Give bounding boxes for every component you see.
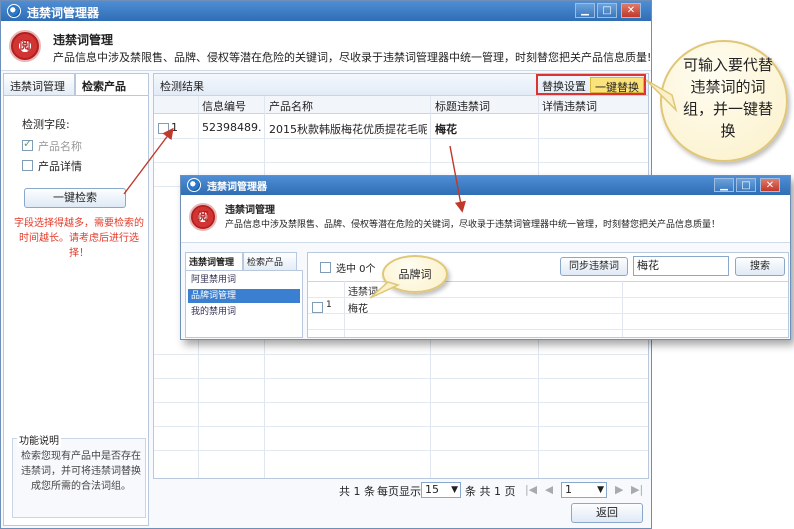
overlay-window-title: 违禁词管理器 xyxy=(207,182,267,193)
main-window-title: 违禁词管理器 xyxy=(27,6,100,20)
col-info-id: 信息编号 xyxy=(202,100,246,113)
back-button[interactable]: 返回 xyxy=(571,503,643,523)
first-page-icon[interactable]: |◀ xyxy=(525,483,537,496)
chevron-down-icon: ▼ xyxy=(451,485,458,495)
function-text: 检索您现有产品中是否存在违禁词，并可将违禁词替换成您所需的合法词组。 xyxy=(21,451,141,492)
overlay-word-list: 阿里禁用词 品牌词管理 我的禁用词 xyxy=(185,270,303,338)
field-product-name-checkbox[interactable] xyxy=(22,137,33,151)
overlay-row-checkbox[interactable] xyxy=(312,302,323,313)
row-number: 1 xyxy=(171,121,178,134)
left-tabs: 违禁词管理 检索产品 xyxy=(3,73,149,95)
header-title: 违禁词管理 xyxy=(53,33,114,47)
tab-search-products[interactable]: 检索产品 xyxy=(75,73,149,95)
page-select[interactable]: 1 ▼ xyxy=(561,482,607,498)
overlay-tab-word-manage[interactable]: 违禁词管理 xyxy=(185,252,243,270)
list-item-brand[interactable]: 品牌词管理 xyxy=(188,289,300,303)
forbidden-logo-icon: 阅 xyxy=(9,30,41,62)
per-page-select[interactable]: 15 ▼ xyxy=(421,482,461,498)
overlay-close-button[interactable]: ✕ xyxy=(760,178,780,192)
brand-callout: 品牌词 xyxy=(382,255,448,293)
overlay-header: 阅 违禁词管理 产品信息中涉及禁限售、品牌、侵权等潜在危险的关键词，尽收录于违禁… xyxy=(181,195,790,243)
overlay-titlebar: 违禁词管理器 ▁ □ ✕ xyxy=(181,176,790,195)
overlay-tab-search[interactable]: 检索产品 xyxy=(243,252,297,270)
results-title: 检测结果 xyxy=(160,80,204,93)
one-click-replace-button[interactable]: 一键替换 xyxy=(590,77,644,94)
select-all-checkbox[interactable] xyxy=(320,262,331,273)
one-click-search-button[interactable]: 一键检索 xyxy=(24,188,126,208)
tab-word-manage[interactable]: 违禁词管理 xyxy=(3,73,75,95)
close-button[interactable]: ✕ xyxy=(621,3,641,18)
col-forbidden-word: 违禁词 xyxy=(348,287,378,298)
function-description: 功能说明 检索您现有产品中是否存在违禁词，并可将违禁词替换成您所需的合法词组。 xyxy=(12,432,146,518)
col-detail-word: 详情违禁词 xyxy=(542,100,597,113)
row-title-word: 梅花 xyxy=(435,123,457,136)
header: 阅 违禁词管理 产品信息中涉及禁限售、品牌、侵权等潜在危险的关键词，尽收录于违禁… xyxy=(1,21,651,71)
function-title: 功能说明 xyxy=(17,432,61,447)
row-checkbox[interactable] xyxy=(158,123,169,134)
left-panel: 检测字段: 产品名称 产品详情 一键检索 字段选择得越多，需要检索的时间越长。请… xyxy=(3,95,149,526)
list-item-mine[interactable]: 我的禁用词 xyxy=(188,305,300,319)
pager-pages-label: 条 共 1 页 xyxy=(465,485,516,498)
search-warning: 字段选择得越多，需要检索的时间越长。请考虑后进行选择！ xyxy=(14,218,144,259)
overlay-row-number: 1 xyxy=(326,300,332,310)
replace-settings-button[interactable]: 替换设置 xyxy=(542,78,586,94)
col-title-word: 标题违禁词 xyxy=(435,100,490,113)
list-item-ali[interactable]: 阿里禁用词 xyxy=(188,273,300,287)
detect-fields-label: 检测字段: xyxy=(22,118,70,131)
last-page-icon[interactable]: ▶| xyxy=(631,483,643,496)
next-page-icon[interactable]: ▶ xyxy=(615,483,623,496)
minimize-button[interactable]: ▁ xyxy=(575,3,595,18)
overlay-row-word: 梅花 xyxy=(348,304,368,315)
row-info-id: 52398489... xyxy=(202,121,262,134)
col-product-name: 产品名称 xyxy=(269,100,313,113)
overlay-header-title: 违禁词管理 xyxy=(225,205,275,216)
app-icon xyxy=(7,4,21,18)
pager: 共 1 条 每页显示 15 ▼ 条 共 1 页 |◀ ◀ 1 ▼ ▶ ▶| xyxy=(153,479,649,501)
replace-callout: 可输入要代替违禁词的词组，并一键替换 xyxy=(660,40,788,162)
pager-per-page-label: 每页显示 xyxy=(377,485,421,498)
prev-page-icon[interactable]: ◀ xyxy=(545,483,553,496)
grid-header: 信息编号 产品名称 标题违禁词 详情违禁词 xyxy=(154,96,648,114)
overlay-minimize-button[interactable]: ▁ xyxy=(714,178,734,192)
overlay-maximize-button[interactable]: □ xyxy=(736,178,756,192)
maximize-button[interactable]: □ xyxy=(597,3,617,18)
brand-callout-text: 品牌词 xyxy=(398,268,432,281)
overlay-logo-icon: 阅 xyxy=(189,203,217,231)
overlay-search-button[interactable]: 搜索 xyxy=(735,257,785,276)
replace-toolbar: 替换设置 一键替换 xyxy=(536,74,646,95)
row-product-name: 2015秋款韩版梅花优质提花毛呢... xyxy=(269,123,427,136)
overlay-header-desc: 产品信息中涉及禁限售、品牌、侵权等潜在危险的关键词，尽收录于违禁词管理器中统一管… xyxy=(225,220,721,230)
field-product-detail-label: 产品详情 xyxy=(38,160,82,173)
results-header: 检测结果 替换设置 一键替换 xyxy=(154,74,648,96)
overlay-app-icon xyxy=(187,178,201,192)
main-titlebar: 违禁词管理器 ▁ □ ✕ xyxy=(1,1,651,21)
overlay-search-input[interactable]: 梅花 xyxy=(633,256,729,276)
pager-total: 共 1 条 xyxy=(339,485,375,498)
replace-callout-text: 可输入要代替违禁词的词组，并一键替换 xyxy=(682,56,773,140)
selected-count: 选中 0个 xyxy=(336,264,376,275)
field-product-detail-checkbox[interactable] xyxy=(22,160,33,171)
header-description: 产品信息中涉及禁限售、品牌、侵权等潜在危险的关键词，尽收录于违禁词管理器中统一管… xyxy=(53,51,652,64)
overlay-window: 违禁词管理器 ▁ □ ✕ 阅 违禁词管理 产品信息中涉及禁限售、品牌、侵权等潜在… xyxy=(180,175,791,340)
sync-words-button[interactable]: 同步违禁词 xyxy=(560,257,628,276)
field-product-name-label: 产品名称 xyxy=(38,140,82,153)
chevron-down-icon: ▼ xyxy=(597,485,604,495)
overlay-tabs: 违禁词管理 检索产品 xyxy=(185,252,303,270)
